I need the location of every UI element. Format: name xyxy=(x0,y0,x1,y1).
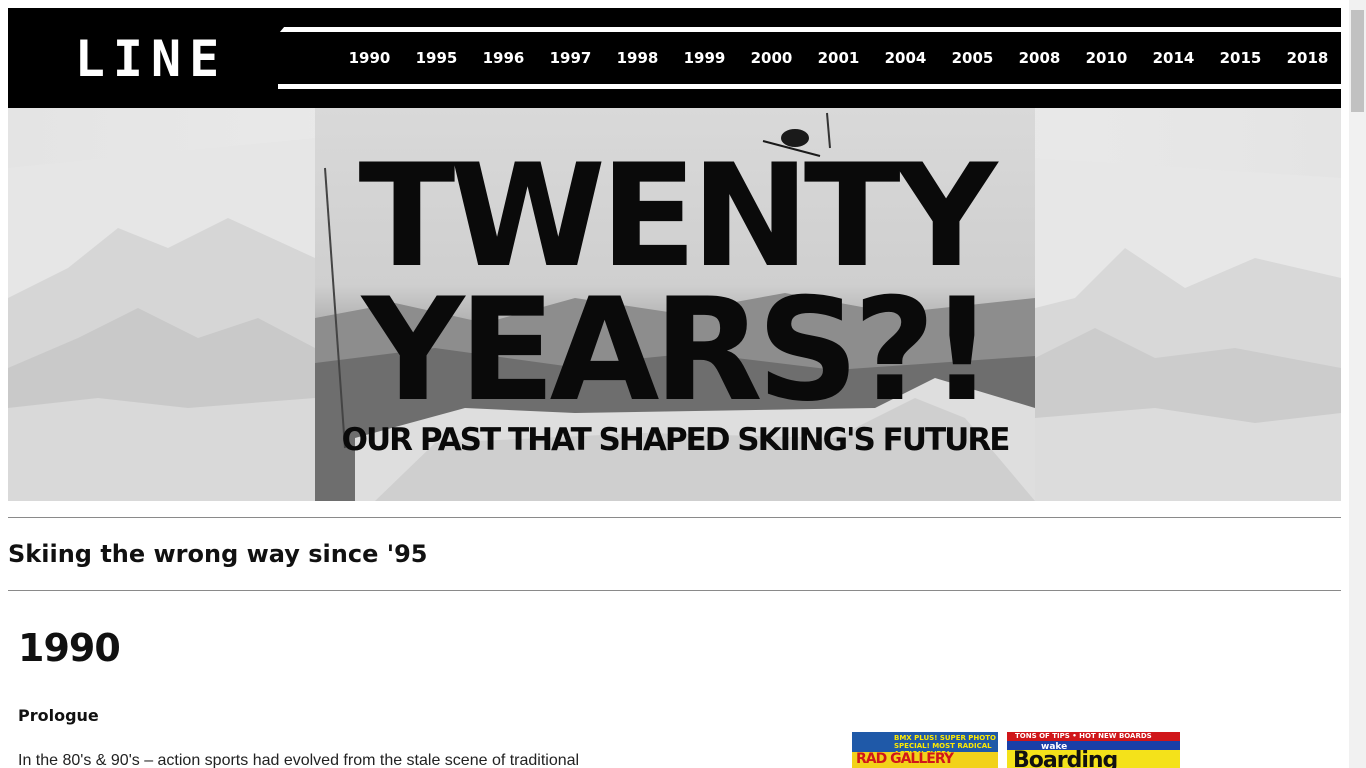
nav-year-2001[interactable]: 2001 xyxy=(805,49,872,67)
mag2-title: Boarding xyxy=(1013,748,1118,768)
scrollbar-thumb[interactable] xyxy=(1351,10,1364,112)
nav-year-2015[interactable]: 2015 xyxy=(1207,49,1274,67)
nav-year-2018[interactable]: 2018 xyxy=(1274,49,1341,67)
nav-year-2004[interactable]: 2004 xyxy=(872,49,939,67)
logo-text: LINE xyxy=(74,30,228,88)
section-label: Prologue xyxy=(18,706,99,725)
year-nav-bar: 1990 1995 1996 1997 1998 1999 2000 2001 … xyxy=(278,27,1341,89)
nav-year-2010[interactable]: 2010 xyxy=(1073,49,1140,67)
line-logo[interactable]: LINE xyxy=(74,30,228,88)
year-nav: 1990 1995 1996 1997 1998 1999 2000 2001 … xyxy=(336,32,1341,84)
nav-year-2008[interactable]: 2008 xyxy=(1006,49,1073,67)
site-header: LINE 1990 1995 1996 1997 1998 1999 2000 … xyxy=(8,8,1341,108)
nav-year-1990[interactable]: 1990 xyxy=(336,49,403,67)
nav-year-2005[interactable]: 2005 xyxy=(939,49,1006,67)
hero-banner: TWENTY YEARS?! OUR PAST THAT SHAPED SKII… xyxy=(8,108,1341,501)
divider-top xyxy=(8,517,1341,518)
page-tagline: Skiing the wrong way since '95 xyxy=(8,540,428,568)
nav-year-2014[interactable]: 2014 xyxy=(1140,49,1207,67)
magazine-cover-bmx: BMX PLUS! SUPER PHOTO SPECIAL! MOST RADI… xyxy=(852,732,998,768)
mountain-backdrop-left xyxy=(8,138,315,501)
year-heading: 1990 xyxy=(18,626,121,670)
hero-image: TWENTY YEARS?! OUR PAST THAT SHAPED SKII… xyxy=(315,108,1035,501)
mountain-backdrop-right xyxy=(1035,158,1341,501)
hero-subtitle: OUR PAST THAT SHAPED SKIING'S FUTURE xyxy=(341,422,1011,458)
mag1-title: RAD GALLERY xyxy=(856,751,954,767)
nav-year-1998[interactable]: 1998 xyxy=(604,49,671,67)
hero-title-line2: YEARS?! xyxy=(361,268,994,433)
body-paragraph: In the 80's & 90's – action sports had e… xyxy=(18,752,580,768)
vertical-scrollbar[interactable] xyxy=(1349,0,1366,768)
mag2-top-text: TONS OF TIPS • HOT NEW BOARDS xyxy=(1015,732,1152,740)
hero-title-line1: TWENTY xyxy=(358,134,997,299)
nav-year-1997[interactable]: 1997 xyxy=(537,49,604,67)
nav-year-1995[interactable]: 1995 xyxy=(403,49,470,67)
nav-year-2000[interactable]: 2000 xyxy=(738,49,805,67)
nav-year-1996[interactable]: 1996 xyxy=(470,49,537,67)
divider-bottom xyxy=(8,590,1341,591)
magazine-cover-wakeboarding: TONS OF TIPS • HOT NEW BOARDS wake Board… xyxy=(1007,732,1180,768)
nav-year-1999[interactable]: 1999 xyxy=(671,49,738,67)
